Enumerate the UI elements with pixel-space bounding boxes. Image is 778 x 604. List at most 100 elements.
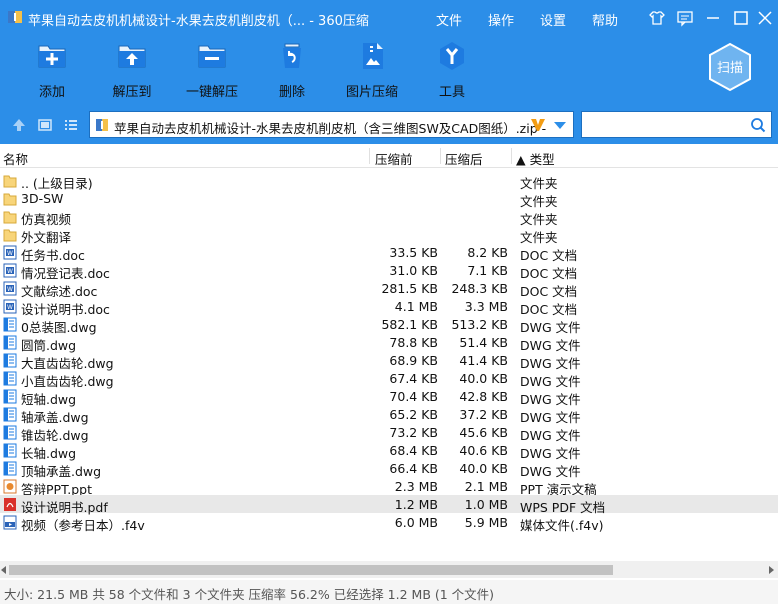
file-size: 67.4 KB: [389, 371, 438, 386]
dwg-file-icon: [3, 335, 17, 350]
scan-label: 扫描: [717, 61, 743, 76]
file-size: 1.2 MB: [394, 497, 438, 512]
path-field[interactable]: 苹果自动去皮机机械设计-水果去皮机削皮机（含三维图SW及CAD图纸）.zip -: [89, 111, 574, 138]
trash-icon: [283, 43, 301, 68]
scrollbar-thumb[interactable]: [9, 565, 613, 575]
file-row[interactable]: W 任务书.doc 33.5 KB 8.2 KB DOC 文档: [0, 243, 778, 263]
extract-to-icon: [118, 45, 146, 68]
file-compressed-size: 8.2 KB: [467, 245, 508, 260]
skin-icon[interactable]: [648, 9, 666, 27]
file-row[interactable]: 长轴.dwg 68.4 KB 40.6 KB DWG 文件: [0, 441, 778, 461]
word-doc-icon: W: [3, 263, 17, 278]
file-size: 66.4 KB: [389, 461, 438, 476]
file-compressed-size: 51.4 KB: [459, 335, 508, 350]
file-compressed-size: 2.1 MB: [464, 479, 508, 494]
file-row[interactable]: 圆筒.dwg 78.8 KB 51.4 KB DWG 文件: [0, 333, 778, 353]
column-header: 名称 压缩前 压缩后 ▲ 类型: [0, 146, 778, 168]
file-row[interactable]: 轴承盖.dwg 65.2 KB 37.2 KB DWG 文件: [0, 405, 778, 425]
dwg-file-icon: [3, 443, 17, 458]
file-name: 3D-SW: [21, 191, 64, 206]
file-compressed-size: 41.4 KB: [459, 353, 508, 368]
file-size: 582.1 KB: [381, 317, 438, 332]
delete-button[interactable]: 删除: [252, 40, 332, 100]
horizontal-scrollbar[interactable]: [0, 561, 778, 578]
path-text: 苹果自动去皮机机械设计-水果去皮机削皮机（含三维图SW及CAD图纸）.zip -: [114, 121, 547, 136]
svg-text:W: W: [7, 286, 13, 293]
one-click-extract-button[interactable]: 一键解压: [172, 40, 252, 100]
file-row[interactable]: W 情况登记表.doc 31.0 KB 7.1 KB DOC 文档: [0, 261, 778, 281]
file-row[interactable]: 外文翻译 文件夹: [0, 225, 778, 245]
add-button[interactable]: 添加: [12, 40, 92, 100]
list-view-icon[interactable]: [63, 117, 79, 133]
dwg-file-icon: [3, 371, 17, 386]
column-type[interactable]: ▲ 类型: [516, 149, 555, 168]
toolbar: 添加 解压到 一键解压 删除 图片压缩 工具 扫描: [0, 36, 778, 106]
file-row[interactable]: 0总装图.dwg 582.1 KB 513.2 KB DWG 文件: [0, 315, 778, 335]
title-bar: 苹果自动去皮机机械设计-水果去皮机削皮机（... - 360压缩 文件 操作 设…: [0, 0, 778, 36]
thumbnail-view-icon[interactable]: [37, 117, 53, 133]
menu-settings[interactable]: 设置: [540, 10, 566, 29]
column-divider[interactable]: [440, 148, 441, 164]
column-divider[interactable]: [511, 148, 512, 164]
file-size: 6.0 MB: [394, 515, 438, 530]
menu-file[interactable]: 文件: [436, 10, 462, 29]
file-row[interactable]: 顶轴承盖.dwg 66.4 KB 40.0 KB DWG 文件: [0, 459, 778, 479]
scroll-left-arrow-icon[interactable]: [1, 566, 6, 574]
status-text: 大小: 21.5 MB 共 58 个文件和 3 个文件夹 压缩率 56.2% 已…: [4, 587, 495, 602]
file-row[interactable]: 视频（参考日本）.f4v 6.0 MB 5.9 MB 媒体文件(.f4v): [0, 513, 778, 533]
file-size: 70.4 KB: [389, 389, 438, 404]
dwg-file-icon: [3, 407, 17, 422]
file-compressed-size: 5.9 MB: [464, 515, 508, 530]
window-title: 苹果自动去皮机机械设计-水果去皮机削皮机（... - 360压缩: [28, 14, 369, 29]
file-row[interactable]: 短轴.dwg 70.4 KB 42.8 KB DWG 文件: [0, 387, 778, 407]
search-input[interactable]: [586, 115, 740, 135]
file-row[interactable]: 仿真视频 文件夹: [0, 207, 778, 227]
file-compressed-size: 40.0 KB: [459, 371, 508, 386]
column-size[interactable]: 压缩前: [375, 149, 413, 168]
file-size: 78.8 KB: [389, 335, 438, 350]
file-compressed-size: 3.3 MB: [464, 299, 508, 314]
file-row[interactable]: 锥齿轮.dwg 73.2 KB 45.6 KB DWG 文件: [0, 423, 778, 443]
maximize-icon[interactable]: [732, 9, 750, 27]
file-compressed-size: 1.0 MB: [464, 497, 508, 512]
minimize-icon[interactable]: [704, 9, 722, 27]
file-row[interactable]: W 设计说明书.doc 4.1 MB 3.3 MB DOC 文档: [0, 297, 778, 317]
file-row[interactable]: 3D-SW 文件夹: [0, 189, 778, 209]
status-bar: 大小: 21.5 MB 共 58 个文件和 3 个文件夹 压缩率 56.2% 已…: [0, 580, 778, 604]
up-arrow-icon[interactable]: [11, 117, 27, 133]
tools-icon: [440, 42, 464, 70]
dwg-file-icon: [3, 353, 17, 368]
menu-help[interactable]: 帮助: [592, 10, 618, 29]
column-compressed[interactable]: 压缩后: [445, 149, 483, 168]
file-size: 4.1 MB: [394, 299, 438, 314]
scan-button[interactable]: 扫描: [707, 42, 753, 92]
path-dropdown-icon[interactable]: [554, 122, 566, 129]
tools-button[interactable]: 工具: [412, 40, 492, 100]
file-row[interactable]: 大直齿齿轮.dwg 68.9 KB 41.4 KB DWG 文件: [0, 351, 778, 371]
word-doc-icon: W: [3, 281, 17, 296]
add-icon: [38, 45, 66, 68]
search-box[interactable]: [581, 111, 772, 138]
file-row[interactable]: 小直齿齿轮.dwg 67.4 KB 40.0 KB DWG 文件: [0, 369, 778, 389]
file-type: 媒体文件(.f4v): [520, 518, 604, 533]
search-icon[interactable]: [750, 117, 766, 133]
feedback-icon[interactable]: [676, 9, 694, 27]
file-compressed-size: 248.3 KB: [451, 281, 508, 296]
file-row[interactable]: .. (上级目录) 文件夹: [0, 171, 778, 191]
column-name[interactable]: 名称: [3, 149, 28, 168]
menu-operate[interactable]: 操作: [488, 10, 514, 29]
file-row[interactable]: 答辩PPT.ppt 2.3 MB 2.1 MB PPT 演示文稿: [0, 477, 778, 497]
column-divider[interactable]: [369, 148, 370, 164]
svg-text:W: W: [7, 250, 13, 257]
close-icon[interactable]: [756, 9, 774, 27]
scroll-right-arrow-icon[interactable]: [769, 566, 774, 574]
extract-to-button[interactable]: 解压到: [92, 40, 172, 100]
file-row[interactable]: 设计说明书.pdf 1.2 MB 1.0 MB WPS PDF 文档: [0, 495, 778, 515]
image-compress-button[interactable]: 图片压缩: [332, 40, 412, 100]
word-doc-icon: W: [3, 299, 17, 314]
file-size: 281.5 KB: [381, 281, 438, 296]
svg-text:W: W: [7, 268, 13, 275]
file-row[interactable]: W 文献综述.doc 281.5 KB 248.3 KB DOC 文档: [0, 279, 778, 299]
ppt-file-icon: [3, 479, 17, 494]
file-size: 33.5 KB: [389, 245, 438, 260]
